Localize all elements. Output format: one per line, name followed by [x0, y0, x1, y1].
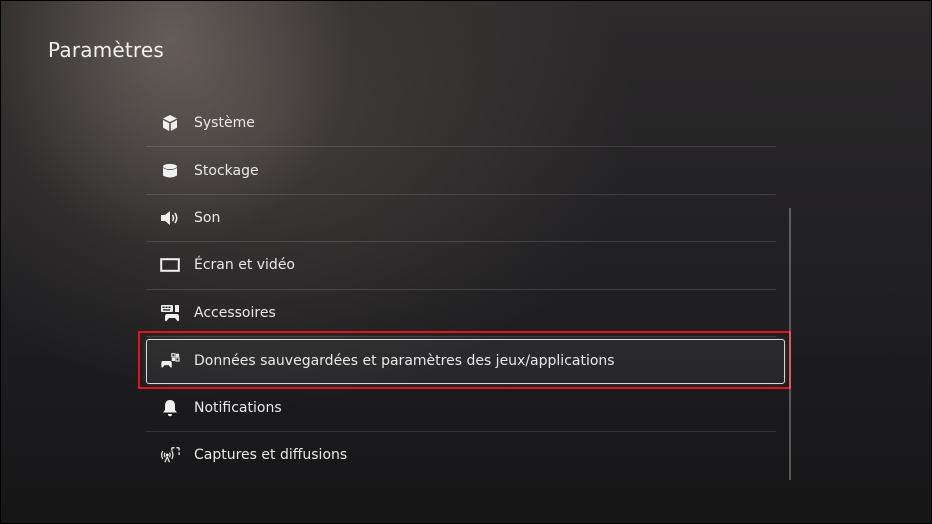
menu-item-label: Système — [194, 115, 255, 132]
annotation-highlight-box — [138, 331, 791, 389]
menu-item-system[interactable]: Système — [146, 100, 776, 148]
speaker-icon — [160, 208, 180, 228]
menu-item-sound[interactable]: Son — [146, 195, 776, 243]
menu-item-label: Stockage — [194, 162, 259, 179]
menu-item-label: Accessoires — [194, 304, 276, 321]
capture-broadcast-icon — [160, 445, 180, 465]
menu-item-accessories[interactable]: Accessoires — [146, 290, 776, 337]
settings-menu: Système Stockage Son Écran et vidéo Acce… — [146, 100, 785, 479]
menu-item-screen-video[interactable]: Écran et vidéo — [146, 242, 776, 290]
menu-item-label: Captures et diffusions — [194, 447, 348, 464]
accessories-icon — [160, 303, 180, 323]
scrollbar[interactable] — [789, 208, 791, 480]
storage-icon — [160, 161, 180, 181]
menu-item-storage[interactable]: Stockage — [146, 147, 776, 195]
menu-item-notifications[interactable]: Notifications — [146, 384, 776, 432]
bell-icon — [160, 398, 180, 418]
menu-item-label: Notifications — [194, 399, 282, 416]
cube-icon — [160, 113, 180, 133]
menu-item-captures[interactable]: Captures et diffusions — [146, 432, 776, 479]
page-title: Paramètres — [48, 38, 165, 62]
display-icon — [160, 255, 180, 275]
menu-item-label: Écran et vidéo — [194, 257, 295, 274]
menu-item-label: Son — [194, 209, 221, 226]
